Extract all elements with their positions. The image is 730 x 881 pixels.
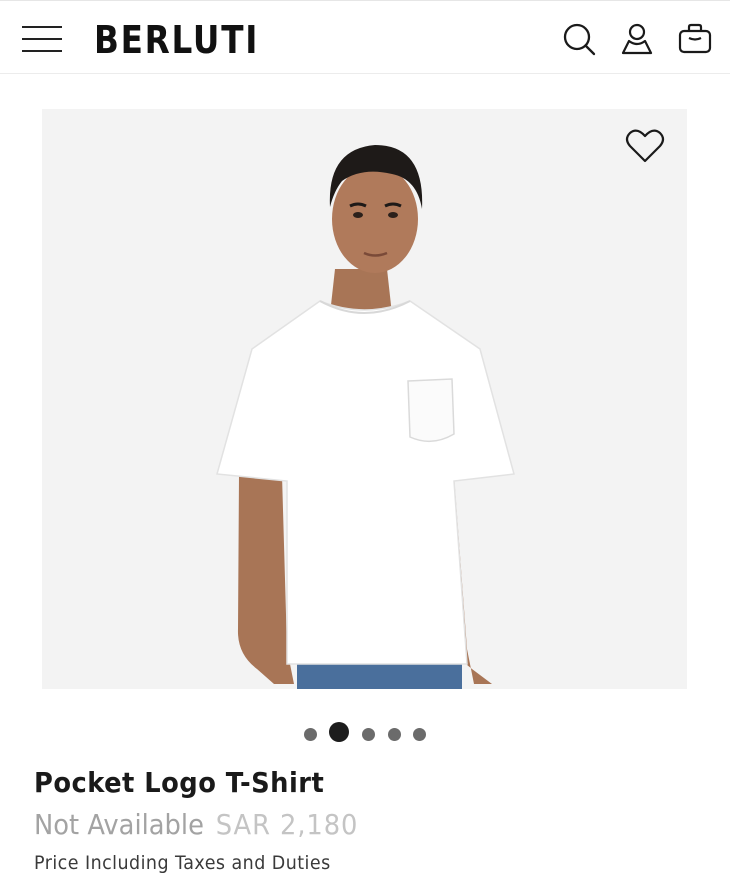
carousel-dot-1[interactable] bbox=[304, 728, 317, 741]
product-title: Pocket Logo T-Shirt bbox=[34, 766, 325, 799]
shopping-bag-icon[interactable] bbox=[677, 21, 713, 57]
carousel-dot-3[interactable] bbox=[362, 728, 375, 741]
brand-logo[interactable]: BERLUTI bbox=[94, 18, 259, 62]
carousel-dot-5[interactable] bbox=[413, 728, 426, 741]
price-line: Not Available SAR 2,180 bbox=[34, 808, 358, 841]
carousel-dot-4[interactable] bbox=[388, 728, 401, 741]
carousel-pagination bbox=[0, 720, 730, 744]
heart-icon[interactable] bbox=[625, 127, 665, 165]
tax-note: Price Including Taxes and Duties bbox=[34, 852, 331, 874]
availability-status: Not Available bbox=[34, 808, 204, 841]
product-image-gallery[interactable] bbox=[42, 109, 687, 689]
user-icon[interactable] bbox=[619, 21, 655, 57]
search-icon[interactable] bbox=[561, 21, 597, 57]
hamburger-menu-icon[interactable] bbox=[22, 23, 64, 55]
product-image bbox=[216, 145, 515, 689]
top-navigation-bar: BERLUTI bbox=[0, 0, 730, 74]
product-price: SAR 2,180 bbox=[215, 808, 359, 841]
carousel-dot-2-active[interactable] bbox=[329, 722, 349, 742]
